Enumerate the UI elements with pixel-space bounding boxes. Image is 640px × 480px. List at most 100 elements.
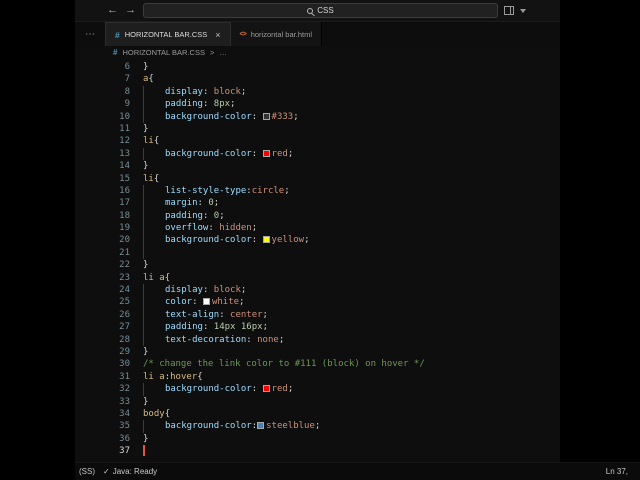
token-punct: ; <box>304 235 310 246</box>
code-line-14[interactable]: 14} <box>75 160 560 172</box>
code-line-13[interactable]: 13 background-color: red; <box>75 147 560 161</box>
code-line-30[interactable]: 30 /* change the link color to #111 (bloc… <box>75 358 560 370</box>
token-sel: hover <box>170 371 198 382</box>
breadcrumb-more[interactable]: … <box>219 48 227 57</box>
token-val: red <box>271 148 288 159</box>
code-line-20[interactable]: 20 background-color: yellow; <box>75 234 560 247</box>
token-punct: ; <box>240 86 247 97</box>
text-cursor <box>143 445 145 457</box>
token-punct: : <box>202 99 214 110</box>
code-line-23[interactable]: 23 li a{ <box>75 272 560 284</box>
token-punct: } <box>143 161 149 172</box>
token-punct: ; <box>287 148 294 159</box>
code-line-9[interactable]: 9 padding: 8px; <box>75 98 560 111</box>
back-icon[interactable]: ← <box>107 5 118 16</box>
token-prop: text-align <box>165 309 220 320</box>
split-editor-icon[interactable] <box>504 6 514 15</box>
code-line-37[interactable]: 37 <box>75 445 560 457</box>
token-punct: : <box>192 297 203 308</box>
token-punct: : <box>202 322 214 333</box>
code-line-25[interactable]: 25 color: white; <box>75 296 560 309</box>
line-content: background-color: red; <box>143 147 294 161</box>
token-val: white <box>211 297 240 308</box>
token-punct: ; <box>287 384 294 395</box>
code-line-19[interactable]: 19 overflow: hidden; <box>75 222 560 235</box>
code-line-27[interactable]: 27 padding: 14px 16px; <box>75 321 560 334</box>
token-punct: ; <box>314 421 321 432</box>
status-left-badge[interactable]: (SS) <box>79 467 95 476</box>
token-sel: li a <box>143 371 165 382</box>
tab-label: horizontal bar.html <box>250 29 312 39</box>
token-val: red <box>271 384 288 395</box>
code-line-31[interactable]: 31 li a:hover{ <box>75 371 560 383</box>
code-line-22[interactable]: 22} <box>75 259 560 271</box>
tab-horizontal-bar-css[interactable]: # HORIZONTAL BAR.CSS × <box>105 22 231 46</box>
code-line-34[interactable]: 34 body{ <box>75 408 560 420</box>
indent-guide <box>143 308 165 322</box>
line-number: 18 <box>119 210 130 221</box>
token-punct: : <box>251 111 263 122</box>
code-line-24[interactable]: 24 display: block; <box>75 284 560 297</box>
breadcrumb-file[interactable]: HORIZONTAL BAR.CSS <box>122 48 205 57</box>
code-line-15[interactable]: 15 li{ <box>75 173 560 185</box>
code-line-26[interactable]: 26 text-align: center; <box>75 308 560 322</box>
token-punct: : <box>219 309 231 320</box>
token-sel: body <box>143 408 165 419</box>
code-line-17[interactable]: 17 margin: 0; <box>75 197 560 210</box>
line-number: 37 <box>119 446 130 457</box>
code-line-21[interactable]: 21 <box>75 246 560 260</box>
code-line-28[interactable]: 28 text-decoration: none; <box>75 333 560 346</box>
status-bar: (SS) ✓ Java: Ready Ln 37, <box>75 462 640 480</box>
token-val: block <box>213 285 241 296</box>
code-line-8[interactable]: 8 display: block; <box>75 85 560 99</box>
code-line-7[interactable]: 7 a{ <box>75 73 560 85</box>
ellipsis-menu[interactable]: ⋯ <box>75 22 105 46</box>
code-line-33[interactable]: 33} <box>75 396 560 408</box>
code-area[interactable]: 6} 7 a{8 display: block; 9 padding: 8px; 10 bac… <box>75 59 560 462</box>
command-center-search[interactable]: CSS <box>143 3 498 18</box>
indent-guide <box>143 147 165 161</box>
line-content: display: block; <box>143 85 247 99</box>
line-content: background-color: #333; <box>143 110 299 123</box>
line-number: 30 <box>119 359 130 370</box>
code-line-18[interactable]: 18 padding: 0; <box>75 209 560 223</box>
code-line-29[interactable]: 29} <box>75 346 560 358</box>
chevron-down-icon[interactable] <box>520 8 526 13</box>
line-number: 13 <box>119 148 130 159</box>
line-number: 20 <box>119 235 130 246</box>
token-prop: color <box>165 297 193 308</box>
code-line-6[interactable]: 6} <box>75 61 560 73</box>
code-line-16[interactable]: 16 list-style-type:circle; <box>75 184 560 198</box>
line-number: 24 <box>119 285 130 296</box>
code-line-12[interactable]: 12 li{ <box>75 135 560 147</box>
code-line-35[interactable]: 35 background-color: steelblue; <box>75 420 560 433</box>
line-number: 33 <box>119 396 130 407</box>
token-punct: ; <box>230 99 236 110</box>
line-content: } <box>143 346 148 358</box>
indent-guide <box>143 184 165 198</box>
indent-guide <box>143 234 165 247</box>
line-number: 9 <box>124 99 130 110</box>
color-swatch <box>262 236 270 244</box>
cursor-position[interactable]: Ln 37, <box>606 467 628 476</box>
indent-guide <box>143 383 165 396</box>
line-content: text-decoration: none; <box>143 333 284 346</box>
code-line-32[interactable]: 32 background-color: red; <box>75 383 560 396</box>
code-line-36[interactable]: 36} <box>75 433 560 445</box>
token-sel: li <box>143 173 154 184</box>
line-number: 25 <box>119 297 130 308</box>
java-status[interactable]: ✓ Java: Ready <box>103 467 157 476</box>
token-punct: ; <box>213 198 220 209</box>
title-bar: ← → CSS <box>75 0 560 22</box>
close-tab-icon[interactable]: × <box>215 30 220 40</box>
line-number: 7 <box>124 74 130 85</box>
forward-icon[interactable]: → <box>125 5 136 16</box>
indent-guide <box>143 85 165 99</box>
line-content: background-color: red; <box>143 383 294 396</box>
line-number: 29 <box>119 346 130 357</box>
code-line-10[interactable]: 10 background-color: #333; <box>75 110 560 123</box>
code-line-11[interactable]: 11} <box>75 123 560 135</box>
tab-horizontal-bar-html[interactable]: <> horizontal bar.html <box>230 22 322 46</box>
token-prop: margin <box>165 198 198 209</box>
token-prop: background-color <box>165 111 252 122</box>
